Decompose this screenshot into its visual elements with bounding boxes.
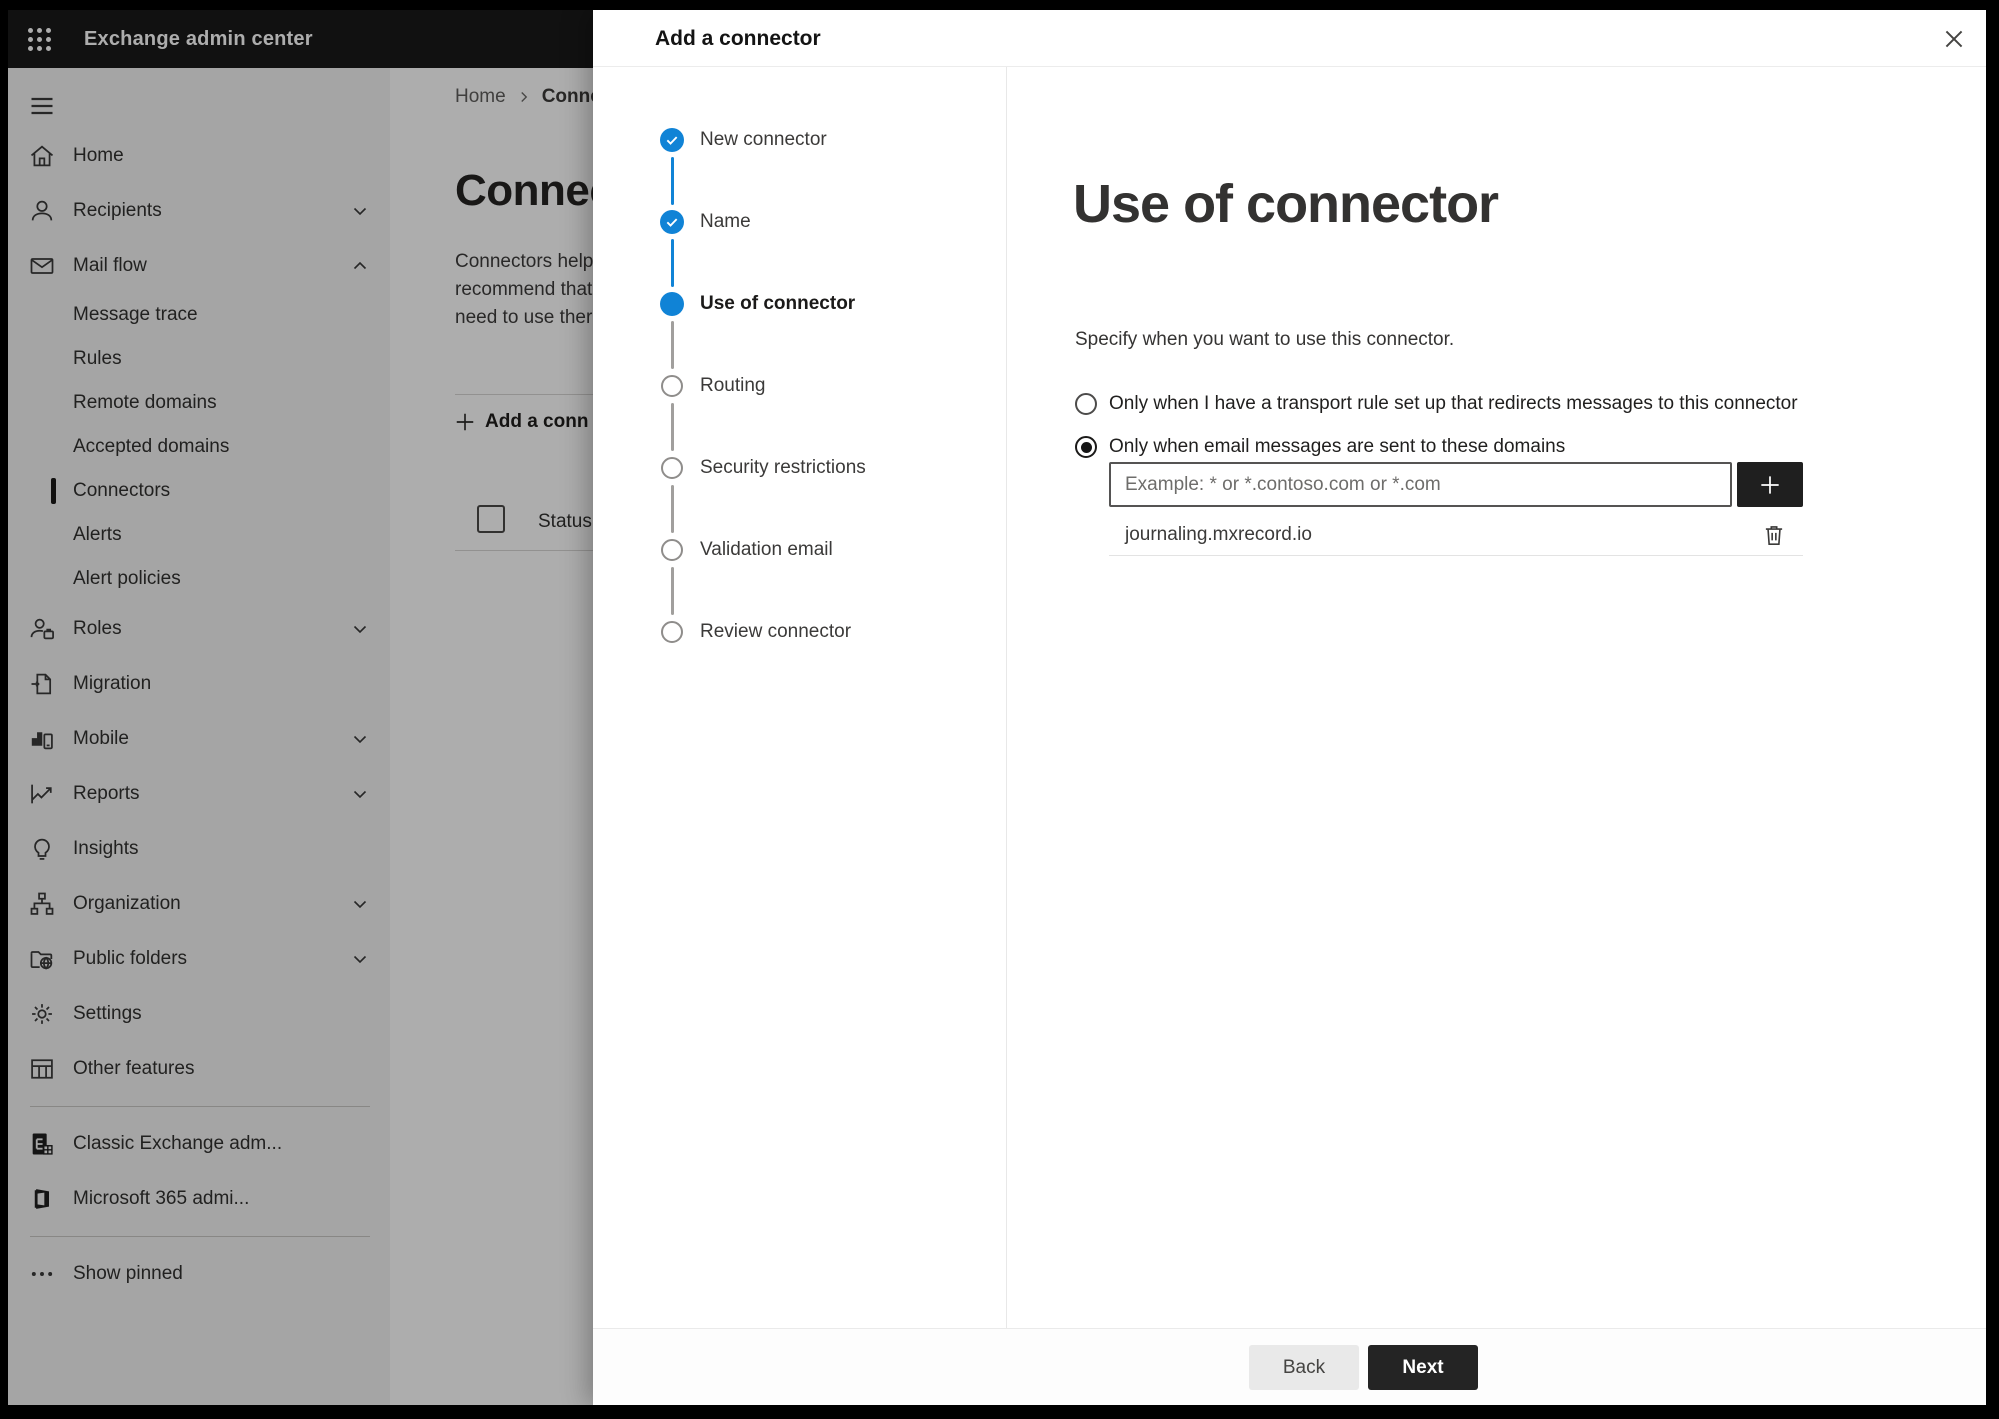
domain-row: journaling.mxrecord.io (1109, 514, 1803, 556)
wizard-step-use-of-connector[interactable]: Use of connector (593, 282, 1006, 326)
add-connector-dialog: Add a connector New connector Name Use of … (593, 10, 1986, 1405)
screenshot-frame: Exchange admin center Home Recipients Mail… (0, 0, 1999, 1419)
wizard-step-security-restrictions[interactable]: Security restrictions (593, 446, 1006, 490)
domain-input[interactable] (1109, 462, 1732, 507)
dialog-footer: Back Next (593, 1328, 1986, 1405)
step-connector-line (671, 321, 674, 369)
trash-icon[interactable] (1759, 520, 1789, 550)
step-heading: Use of connector (1073, 174, 1499, 234)
step-connector-line (671, 403, 674, 451)
wizard-steps: New connector Name Use of connector Routing… (593, 67, 1007, 1328)
wizard-step-validation-email[interactable]: Validation email (593, 528, 1006, 572)
step-connector-line (671, 239, 674, 287)
step-label: New connector (700, 129, 827, 150)
radio-unselected-icon (1075, 393, 1097, 415)
step-circle-icon (660, 292, 684, 316)
dialog-title: Add a connector (655, 27, 821, 50)
step-circle-icon (661, 539, 683, 561)
wizard-step-new-connector[interactable]: New connector (593, 118, 1006, 162)
app-screen: Exchange admin center Home Recipients Mail… (8, 10, 1986, 1405)
next-button[interactable]: Next (1368, 1345, 1478, 1390)
radio-option-2[interactable]: Only when email messages are sent to the… (1075, 431, 1565, 463)
step-circle-icon (661, 621, 683, 643)
step-connector-line (671, 157, 674, 205)
domain-value: journaling.mxrecord.io (1125, 523, 1312, 545)
step-label: Routing (700, 375, 766, 396)
step-label: Name (700, 211, 751, 232)
step-connector-line (671, 567, 674, 615)
step-label: Security restrictions (700, 457, 866, 478)
step-label: Use of connector (700, 293, 856, 314)
wizard-step-name[interactable]: Name (593, 200, 1006, 244)
step-completed-check-icon (660, 210, 684, 234)
radio-label: Only when I have a transport rule set up… (1109, 393, 1798, 414)
wizard-step-review-connector[interactable]: Review connector (593, 610, 1006, 654)
step-completed-check-icon (660, 128, 684, 152)
plus-icon (1761, 475, 1779, 494)
wizard-step-routing[interactable]: Routing (593, 364, 1006, 408)
radio-selected-icon (1075, 436, 1097, 458)
close-icon[interactable] (1938, 23, 1970, 55)
step-description: Specify when you want to use this connec… (1075, 329, 1455, 350)
radio-label: Only when email messages are sent to the… (1109, 436, 1566, 457)
step-label: Review connector (700, 621, 852, 642)
back-button[interactable]: Back (1249, 1345, 1359, 1390)
radio-option-1[interactable]: Only when I have a transport rule set up… (1075, 388, 1798, 420)
step-circle-icon (661, 375, 683, 397)
dialog-content: Use of connector Specify when you want t… (1007, 67, 1986, 1328)
dialog-header: Add a connector (593, 10, 1986, 67)
add-domain-button[interactable] (1737, 462, 1803, 507)
step-label: Validation email (700, 539, 833, 560)
domain-input-row (1109, 462, 1803, 507)
step-circle-icon (661, 457, 683, 479)
step-connector-line (671, 485, 674, 533)
